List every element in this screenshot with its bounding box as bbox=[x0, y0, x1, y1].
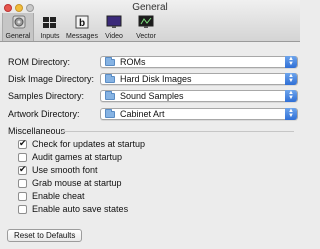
tab-general-label: General bbox=[5, 33, 31, 40]
tab-messages[interactable]: b Messages bbox=[66, 13, 98, 41]
checkbox-box[interactable]: ✔ bbox=[18, 138, 27, 149]
folder-icon bbox=[105, 91, 115, 100]
chevron-updown-icon: ▲ ▼ bbox=[285, 90, 297, 102]
samples-directory-label: Samples Directory: bbox=[8, 91, 85, 101]
folder-icon bbox=[105, 109, 115, 118]
disk-directory-value: Hard Disk Images bbox=[120, 74, 192, 84]
titlebar: General General Inputs b Messages Video … bbox=[0, 0, 300, 42]
section-divider bbox=[62, 131, 294, 132]
checkbox-label: Enable auto save states bbox=[32, 204, 129, 214]
reset-defaults-button[interactable]: Reset to Defaults bbox=[7, 229, 83, 242]
gear-icon bbox=[12, 15, 26, 29]
disk-directory-label: Disk Image Directory: bbox=[8, 74, 95, 84]
chevron-updown-icon: ▲ ▼ bbox=[285, 108, 297, 120]
checkmark-icon: ✔ bbox=[19, 164, 27, 174]
monitor-icon bbox=[106, 15, 122, 28]
checkbox-box[interactable]: ✔ bbox=[18, 164, 27, 175]
folder-icon bbox=[105, 57, 115, 66]
checkbox-label: Use smooth font bbox=[32, 165, 98, 175]
artwork-directory-value: Cabinet Art bbox=[120, 109, 165, 119]
book-icon: b bbox=[75, 15, 89, 29]
tab-messages-label: Messages bbox=[66, 33, 98, 40]
checkmark-icon: ✔ bbox=[19, 138, 27, 148]
samples-directory-value: Sound Samples bbox=[120, 91, 184, 101]
folder-icon bbox=[105, 74, 115, 83]
checkbox-label: Audit games at startup bbox=[32, 152, 123, 162]
disk-directory-row: Disk Image Directory: Hard Disk Images ▲… bbox=[8, 73, 298, 87]
tab-vector[interactable]: Vector bbox=[130, 13, 162, 41]
artwork-directory-popup[interactable]: Cabinet Art ▲ ▼ bbox=[100, 108, 298, 120]
samples-directory-row: Samples Directory: Sound Samples ▲ ▼ bbox=[8, 90, 298, 104]
keyboard-icon bbox=[43, 17, 56, 28]
tab-vector-label: Vector bbox=[136, 33, 156, 40]
checkbox-label: Grab mouse at startup bbox=[32, 178, 122, 188]
misc-section-title: Miscellaneous bbox=[8, 126, 66, 136]
vector-monitor-icon bbox=[138, 15, 154, 28]
rom-directory-row: ROM Directory: ROMs ▲ ▼ bbox=[8, 56, 298, 70]
preferences-window: General General Inputs b Messages Video … bbox=[0, 0, 300, 249]
tab-general[interactable]: General bbox=[2, 13, 34, 41]
checkbox-box[interactable] bbox=[18, 192, 27, 201]
artwork-directory-row: Artwork Directory: Cabinet Art ▲ ▼ bbox=[8, 108, 298, 122]
tab-inputs[interactable]: Inputs bbox=[34, 13, 66, 41]
checkbox-label: Check for updates at startup bbox=[32, 139, 146, 149]
tab-inputs-label: Inputs bbox=[40, 33, 60, 40]
chevron-updown-icon: ▲ ▼ bbox=[285, 56, 297, 68]
disk-directory-popup[interactable]: Hard Disk Images ▲ ▼ bbox=[100, 73, 298, 85]
checkbox-box[interactable] bbox=[18, 179, 27, 188]
samples-directory-popup[interactable]: Sound Samples ▲ ▼ bbox=[100, 90, 298, 102]
toolbar: General Inputs b Messages Video Vector bbox=[2, 13, 162, 41]
checkbox-label: Enable cheat bbox=[32, 191, 85, 201]
tab-video-label: Video bbox=[105, 33, 123, 40]
rom-directory-label: ROM Directory: bbox=[8, 57, 71, 67]
checkbox-box[interactable] bbox=[18, 205, 27, 214]
rom-directory-popup[interactable]: ROMs ▲ ▼ bbox=[100, 56, 298, 68]
rom-directory-value: ROMs bbox=[120, 57, 146, 67]
checkbox-box[interactable] bbox=[18, 153, 27, 162]
chevron-updown-icon: ▲ ▼ bbox=[285, 73, 297, 85]
svg-text:b: b bbox=[79, 18, 85, 29]
window-title: General bbox=[132, 2, 168, 13]
tab-video[interactable]: Video bbox=[98, 13, 130, 41]
artwork-directory-label: Artwork Directory: bbox=[8, 109, 80, 119]
